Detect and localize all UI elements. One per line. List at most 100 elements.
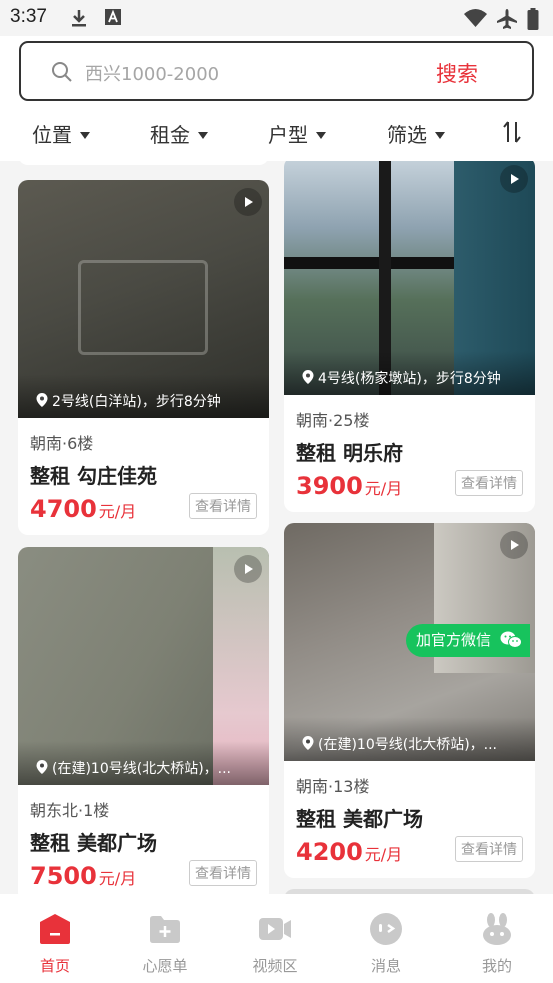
listing-card[interactable]: (在建)10号线(北大桥站)，... 朝东北·1楼 整租 美都广场 7500 元/… [18,547,269,894]
location-pin-icon [36,760,48,774]
wechat-label: 加官方微信 [416,631,492,649]
tab-label: 消息 [370,957,401,975]
listing-photo: 4号线(杨家墩站)，步行8分钟 [284,161,535,395]
triangle-down-icon [435,132,445,139]
tab-profile[interactable]: 我的 [442,894,552,983]
search-box[interactable]: 西兴1000-2000 搜索 [19,41,534,101]
filter-layout[interactable]: 户型 [268,119,326,148]
listing-title: 整租 明乐府 [296,441,403,465]
tab-home[interactable]: 首页 [0,894,110,983]
tab-label: 首页 [39,957,70,975]
location-text: 2号线(白洋站)，步行8分钟 [52,394,221,410]
tab-video[interactable]: 视频区 [220,894,330,983]
view-detail-button[interactable]: 查看详情 [455,470,523,496]
home-icon [40,914,70,944]
partial-card [18,161,269,165]
listing-title: 整租 勾庄佳苑 [30,464,157,488]
listing-photo: 2号线(白洋站)，步行8分钟 [18,180,269,418]
photo-detail [78,260,208,355]
orientation-floor: 朝南·25楼 [296,411,370,430]
location-pin-icon [302,736,314,750]
play-icon[interactable] [234,555,262,583]
orientation-floor: 朝东北·1楼 [30,801,110,820]
price-unit: 元/月 [98,869,137,888]
filter-more[interactable]: 筛选 [387,119,445,148]
status-time: 3:37 [10,6,47,27]
tab-label: 视频区 [252,957,298,975]
search-icon [52,62,72,82]
message-icon [370,913,402,945]
tab-label: 我的 [481,957,512,975]
listing-title: 整租 美都广场 [30,831,157,855]
location-text: 4号线(杨家墩站)，步行8分钟 [318,371,501,387]
price-value: 4200 [296,838,363,866]
view-detail-button[interactable]: 查看详情 [189,493,257,519]
card-body: 朝南·6楼 整租 勾庄佳苑 4700 元/月 查看详情 [18,418,269,535]
price-value: 7500 [30,862,97,890]
listing-card[interactable]: 2号线(白洋站)，步行8分钟 朝南·6楼 整租 勾庄佳苑 4700 元/月 查看详… [18,180,269,535]
location-overlay: (在建)10号线(北大桥站)，... [18,741,269,785]
price-unit: 元/月 [98,502,137,521]
filter-label: 户型 [268,123,308,147]
listing-card[interactable]: 4号线(杨家墩站)，步行8分钟 朝南·25楼 整租 明乐府 3900 元/月 查看… [284,161,535,512]
location-text: (在建)10号线(北大桥站)，... [52,761,232,777]
location-text: (在建)10号线(北大桥站)，... [318,737,498,753]
search-button[interactable]: 搜索 [436,58,478,88]
price-unit: 元/月 [364,845,403,864]
battery-icon [527,8,539,30]
price-value: 4700 [30,495,97,523]
orientation-floor: 朝南·6楼 [30,434,94,453]
wifi-icon [464,9,487,27]
play-icon[interactable] [500,165,528,193]
location-pin-icon [36,393,48,407]
card-body: 朝南·25楼 整租 明乐府 3900 元/月 查看详情 [284,395,535,512]
triangle-down-icon [80,132,90,139]
listing-photo: (在建)10号线(北大桥站)，... [18,547,269,785]
card-body: 朝南·13楼 整租 美都广场 4200 元/月 查看详情 [284,761,535,878]
filter-bar: 位置 租金 户型 筛选 [0,104,553,161]
download-icon [72,10,86,27]
tab-messages[interactable]: 消息 [331,894,441,983]
bottom-tab-bar: 首页 心愿单 视频区 消息 我的 [0,894,553,983]
wishlist-icon [150,916,180,943]
filter-location[interactable]: 位置 [32,119,90,148]
filter-label: 位置 [32,123,72,147]
video-icon [259,918,291,940]
listing-price: 4700 元/月 [30,495,136,523]
price-value: 3900 [296,472,363,500]
listing-card[interactable]: 加官方微信 (在建)10号线(北大桥站)，... 朝南·13楼 整租 美都广场 … [284,523,535,878]
listing-feed: 2号线(白洋站)，步行8分钟 朝南·6楼 整租 勾庄佳苑 4700 元/月 查看详… [0,161,553,894]
filter-label: 筛选 [387,123,427,147]
view-detail-button[interactable]: 查看详情 [455,836,523,862]
view-detail-button[interactable]: 查看详情 [189,860,257,886]
search-input[interactable]: 西兴1000-2000 [85,60,219,86]
tab-label: 心愿单 [142,957,188,975]
airplane-icon [497,9,517,29]
filter-rent[interactable]: 租金 [150,119,208,148]
triangle-down-icon [316,132,326,139]
card-body: 朝东北·1楼 整租 美都广场 7500 元/月 查看详情 [18,785,269,894]
wechat-badge[interactable]: 加官方微信 [406,624,530,657]
play-icon[interactable] [234,188,262,216]
listing-photo: 加官方微信 (在建)10号线(北大桥站)，... [284,523,535,761]
location-overlay: 2号线(白洋站)，步行8分钟 [18,374,269,418]
filter-label: 租金 [150,123,190,147]
listing-price: 3900 元/月 [296,472,402,500]
play-icon[interactable] [500,531,528,559]
search-bar: 西兴1000-2000 搜索 [0,36,553,104]
price-unit: 元/月 [364,479,403,498]
profile-icon [483,913,511,945]
location-pin-icon [302,370,314,384]
listing-price: 7500 元/月 [30,862,136,890]
listing-title: 整租 美都广场 [296,807,423,831]
location-overlay: (在建)10号线(北大桥站)，... [284,717,535,761]
triangle-down-icon [198,132,208,139]
listing-price: 4200 元/月 [296,838,402,866]
font-icon [105,9,121,25]
location-overlay: 4号线(杨家墩站)，步行8分钟 [284,351,535,395]
orientation-floor: 朝南·13楼 [296,777,370,796]
tab-wishlist[interactable]: 心愿单 [110,894,220,983]
sort-icon[interactable] [502,120,522,144]
status-bar: 3:37 [0,0,553,36]
wechat-icon [500,631,522,648]
